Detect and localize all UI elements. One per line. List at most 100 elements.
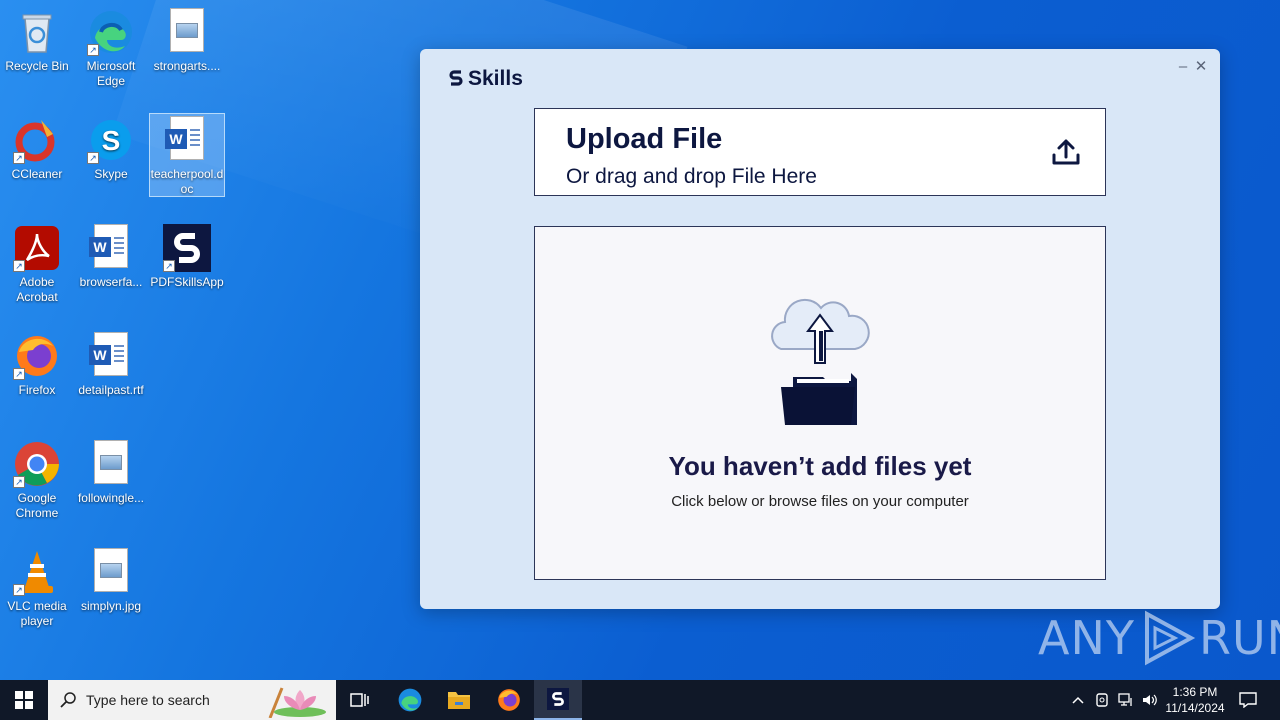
desktop-icon-label: VLC media player: [7, 599, 67, 628]
anyrun-watermark: ANY RUN: [1038, 608, 1280, 668]
desktop-icon-label: Google Chrome: [15, 491, 59, 520]
shortcut-arrow-icon: ↗: [13, 476, 25, 488]
taskbar-pdfskills-button[interactable]: [534, 680, 582, 720]
taskbar-search-box[interactable]: Type here to search: [48, 680, 336, 720]
network-icon: [1118, 693, 1132, 706]
desktop-icon-detailpast[interactable]: W detailpast.rtf: [74, 332, 148, 398]
svg-text:S: S: [102, 125, 121, 156]
desktop: Recycle Bin ↗ CCleaner ↗ Adobe Acrobat ↗…: [0, 0, 1280, 680]
show-hidden-icons-button[interactable]: [1068, 680, 1088, 720]
desktop-icon-recycle-bin[interactable]: Recycle Bin: [0, 8, 74, 74]
desktop-icon-skype[interactable]: S ↗ Skype: [74, 116, 148, 182]
pdfskills-app-icon: [547, 688, 569, 710]
shortcut-arrow-icon: ↗: [163, 260, 175, 272]
close-button[interactable]: ✕: [1194, 59, 1208, 75]
lotus-search-highlight-icon: [268, 687, 326, 718]
adobe-acrobat-icon: ↗: [13, 224, 61, 272]
skype-icon: S ↗: [87, 116, 135, 164]
pdfskills-app-window: Skills – ✕ Upload File Or drag and drop …: [420, 49, 1220, 609]
start-button[interactable]: [0, 680, 48, 720]
clock-date: 11/14/2024: [1165, 701, 1225, 715]
action-center-button[interactable]: [1236, 680, 1260, 720]
watermark-text-right: RUN: [1198, 611, 1280, 665]
app-logo: Skills: [448, 67, 523, 91]
desktop-icon-label: Recycle Bin: [5, 59, 69, 73]
desktop-icon-label: CCleaner: [11, 167, 63, 181]
image-file-icon: [163, 8, 211, 56]
upload-subtitle: Or drag and drop File Here: [566, 165, 817, 188]
taskbar-file-explorer-button[interactable]: [435, 680, 483, 720]
word-document-icon: W: [87, 224, 135, 272]
empty-state-subtitle: Click below or browse files on your comp…: [671, 493, 969, 510]
play-triangle-icon: [1144, 610, 1196, 666]
search-icon: [60, 692, 76, 708]
cloud-upload-folder-icon: [771, 298, 870, 425]
desktop-icon-firefox[interactable]: ↗ Firefox: [0, 332, 74, 398]
shortcut-arrow-icon: ↗: [87, 44, 99, 56]
edge-icon: [398, 688, 422, 712]
shortcut-arrow-icon: ↗: [13, 584, 25, 596]
vlc-cone-icon: ↗: [13, 548, 61, 596]
shortcut-arrow-icon: ↗: [13, 152, 25, 164]
skills-logo-icon: [449, 70, 463, 86]
desktop-icon-label: Adobe Acrobat: [16, 275, 58, 304]
file-drop-area[interactable]: You haven’t add files yet Click below or…: [534, 226, 1106, 580]
desktop-icon-pdfskillsapp[interactable]: ↗ PDFSkillsApp: [150, 224, 224, 290]
clock-time: 1:36 PM: [1172, 685, 1218, 699]
taskbar: Type here to search 1:36 PM 11/14/2024: [0, 680, 1280, 720]
desktop-icon-vlc[interactable]: ↗ VLC media player: [0, 548, 74, 629]
tray-device-button[interactable]: [1092, 680, 1112, 720]
desktop-icon-label: PDFSkillsApp: [150, 275, 224, 289]
search-placeholder: Type here to search: [86, 692, 210, 708]
empty-state-title: You haven’t add files yet: [668, 451, 972, 481]
recycle-bin-icon: [13, 8, 61, 56]
desktop-icon-label: Microsoft Edge: [86, 59, 136, 88]
minimize-button[interactable]: –: [1176, 59, 1190, 75]
tray-network-button[interactable]: [1116, 680, 1136, 720]
google-chrome-icon: ↗: [13, 440, 61, 488]
desktop-icon-label: Firefox: [18, 383, 56, 397]
app-brand-name: Skills: [468, 67, 523, 90]
edge-icon: ↗: [87, 8, 135, 56]
taskbar-firefox-button[interactable]: [485, 680, 533, 720]
notification-icon: [1239, 692, 1257, 708]
speaker-icon: [1143, 694, 1157, 706]
desktop-icon-label: browserfa...: [79, 275, 143, 289]
upload-title: Upload File: [566, 123, 723, 155]
desktop-icon-label: simplyn.jpg: [80, 599, 142, 613]
image-file-icon: [87, 440, 135, 488]
shortcut-arrow-icon: ↗: [13, 368, 25, 380]
desktop-icon-followingle[interactable]: followingle...: [74, 440, 148, 506]
shortcut-arrow-icon: ↗: [87, 152, 99, 164]
desktop-icon-ccleaner[interactable]: ↗ CCleaner: [0, 116, 74, 182]
window-controls: – ✕: [1176, 59, 1208, 75]
desktop-icon-strongarts[interactable]: strongarts....: [150, 8, 224, 74]
task-view-button[interactable]: [336, 680, 384, 720]
taskbar-clock[interactable]: 1:36 PM 11/14/2024: [1160, 684, 1230, 716]
desktop-icon-microsoft-edge[interactable]: ↗ Microsoft Edge: [74, 8, 148, 89]
desktop-icon-simplyn[interactable]: simplyn.jpg: [74, 548, 148, 614]
firefox-icon: ↗: [13, 332, 61, 380]
task-view-icon: [350, 693, 369, 707]
shortcut-arrow-icon: ↗: [13, 260, 25, 272]
desktop-icon-label: strongarts....: [153, 59, 221, 73]
desktop-icon-label: teacherpool.doc: [150, 167, 224, 196]
upload-file-button[interactable]: Upload File Or drag and drop File Here: [534, 108, 1106, 196]
upload-icon: [1052, 139, 1080, 165]
desktop-icon-browserfa[interactable]: W browserfa...: [74, 224, 148, 290]
word-document-icon: W: [163, 116, 211, 164]
device-icon: [1096, 693, 1108, 707]
desktop-icon-google-chrome[interactable]: ↗ Google Chrome: [0, 440, 74, 521]
tray-volume-button[interactable]: [1140, 680, 1160, 720]
desktop-icon-teacherpool[interactable]: W teacherpool.doc: [149, 113, 225, 197]
pdfskills-app-icon: ↗: [163, 224, 211, 272]
taskbar-edge-button[interactable]: [386, 680, 434, 720]
image-file-icon: [87, 548, 135, 596]
windows-logo-icon: [15, 691, 33, 709]
word-document-icon: W: [87, 332, 135, 380]
desktop-icon-label: Skype: [94, 167, 128, 181]
desktop-icon-label: detailpast.rtf: [78, 383, 144, 397]
firefox-icon: [498, 689, 520, 711]
ccleaner-icon: ↗: [13, 116, 61, 164]
desktop-icon-adobe-acrobat[interactable]: ↗ Adobe Acrobat: [0, 224, 74, 305]
